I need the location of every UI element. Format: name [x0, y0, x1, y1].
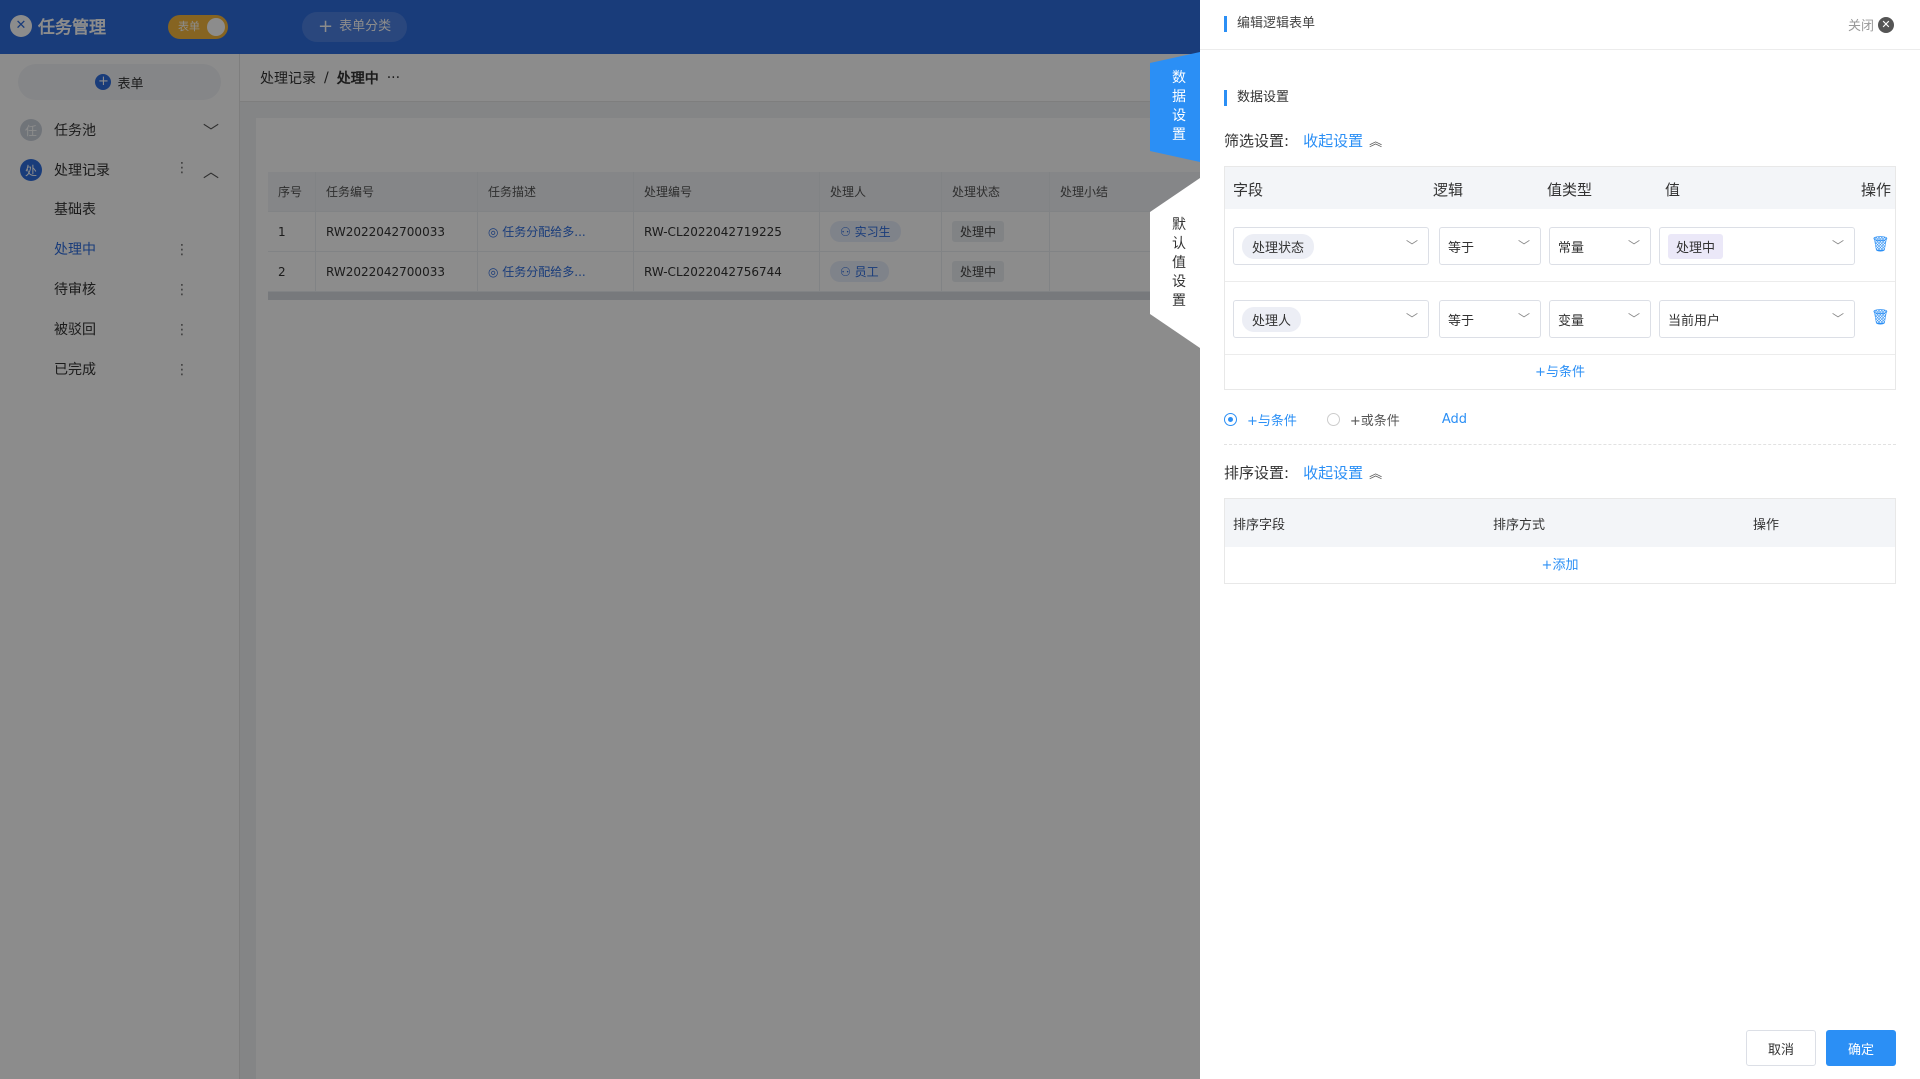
tab-char: 数: [1172, 70, 1186, 86]
header-value-type: 值类型: [1547, 181, 1593, 199]
value-text: 当前用户: [1668, 313, 1721, 329]
radio-or[interactable]: [1326, 413, 1340, 426]
filter-row: 处理人 ﹀ 等于 ﹀ 变量 ﹀ 当前用户 ﹀ 🗑: [1225, 282, 1895, 355]
divider: [1224, 444, 1896, 445]
tab-char: 值: [1172, 254, 1186, 271]
sort-table: 排序字段 排序方式 操作 +添加: [1224, 498, 1896, 584]
close-button[interactable]: 关闭 ✕: [1848, 15, 1894, 34]
header-logic: 逻辑: [1433, 181, 1464, 199]
tab-char: 认: [1172, 235, 1186, 252]
cancel-button[interactable]: 取消: [1746, 1030, 1816, 1066]
edit-drawer: 编辑逻辑表单 关闭 ✕ 数据设置 筛选设置: 收起设置 ︽ 字段 逻辑 值类型 …: [1200, 0, 1920, 1079]
filter-settings-line: 筛选设置: 收起设置 ︽: [1224, 130, 1382, 151]
chevron-down-icon: ﹀: [1517, 239, 1530, 253]
tab-char: 据: [1172, 89, 1186, 105]
sort-collapse-link[interactable]: 收起设置: [1303, 462, 1363, 483]
logic-select[interactable]: 等于 ﹀: [1439, 300, 1541, 338]
chevron-down-icon: ﹀: [1831, 312, 1844, 326]
tab-char: 设: [1172, 273, 1186, 290]
sort-label: 排序设置:: [1224, 464, 1290, 482]
tab-data-settings[interactable]: 数 据 设 置: [1150, 52, 1200, 162]
chevron-down-icon: ﹀: [1627, 312, 1640, 326]
field-chip: 处理状态: [1242, 233, 1315, 259]
chevron-down-icon: ﹀: [1831, 239, 1844, 253]
filter-table-header: 字段 逻辑 值类型 值 操作: [1225, 167, 1895, 209]
header-field: 字段: [1233, 181, 1264, 199]
field-chip: 处理人: [1242, 306, 1302, 332]
section-title: 数据设置: [1224, 90, 1289, 106]
double-chevron-up-icon[interactable]: ︽: [1369, 463, 1382, 482]
filter-table: 字段 逻辑 值类型 值 操作 处理状态 ﹀ 等于 ﹀ 常量 ﹀ 处理中 ﹀ 🗑 处理人 ﹀…: [1224, 166, 1896, 390]
sort-header-field: 排序字段: [1233, 518, 1286, 533]
chevron-down-icon: ﹀: [1517, 312, 1530, 326]
value-select[interactable]: 当前用户 ﹀: [1659, 300, 1855, 338]
value-type-select[interactable]: 常量 ﹀: [1549, 227, 1651, 265]
value-select[interactable]: 处理中 ﹀: [1659, 227, 1855, 265]
double-chevron-up-icon[interactable]: ︽: [1369, 131, 1382, 150]
filter-collapse-link[interactable]: 收起设置: [1303, 130, 1363, 151]
radio-and-label[interactable]: +与条件: [1247, 410, 1297, 429]
tab-char: 置: [1172, 292, 1186, 309]
trash-icon[interactable]: 🗑: [1871, 235, 1890, 253]
sort-header-order: 排序方式: [1493, 518, 1546, 533]
value-type-select[interactable]: 变量 ﹀: [1549, 300, 1651, 338]
radio-or-label[interactable]: +或条件: [1350, 410, 1400, 429]
logic-select[interactable]: 等于 ﹀: [1439, 227, 1541, 265]
modal-overlay[interactable]: [0, 0, 1200, 1079]
sort-header-action: 操作: [1753, 518, 1780, 533]
drawer-title: 编辑逻辑表单: [1224, 16, 1315, 32]
tab-char: 置: [1172, 127, 1186, 143]
logic-value: 等于: [1448, 240, 1475, 256]
add-condition-link[interactable]: Add: [1442, 412, 1467, 427]
field-select[interactable]: 处理状态 ﹀: [1233, 227, 1429, 265]
trash-icon[interactable]: 🗑: [1871, 308, 1890, 326]
logic-value: 等于: [1448, 313, 1475, 329]
value-type-value: 常量: [1558, 240, 1585, 256]
drawer-header: 编辑逻辑表单 关闭 ✕: [1200, 0, 1920, 50]
sort-add-button[interactable]: +添加: [1225, 547, 1895, 585]
confirm-button[interactable]: 确定: [1826, 1030, 1896, 1066]
chevron-down-icon: ﹀: [1405, 312, 1418, 326]
close-label: 关闭: [1847, 19, 1874, 34]
close-icon[interactable]: ✕: [1878, 16, 1894, 33]
chevron-down-icon: ﹀: [1627, 239, 1640, 253]
field-select[interactable]: 处理人 ﹀: [1233, 300, 1429, 338]
header-action: 操作: [1860, 181, 1891, 199]
value-type-value: 变量: [1558, 313, 1585, 329]
header-value: 值: [1665, 181, 1681, 199]
tab-char: 设: [1172, 108, 1186, 124]
add-and-condition-button[interactable]: +与条件: [1225, 355, 1895, 391]
filter-row: 处理状态 ﹀ 等于 ﹀ 常量 ﹀ 处理中 ﹀ 🗑: [1225, 209, 1895, 282]
sort-settings-line: 排序设置: 收起设置 ︽: [1224, 462, 1382, 483]
chevron-down-icon: ﹀: [1405, 239, 1418, 253]
radio-and[interactable]: [1224, 413, 1237, 426]
tab-char: 默: [1172, 216, 1186, 233]
filter-label: 筛选设置:: [1224, 132, 1290, 150]
value-chip: 处理中: [1668, 233, 1724, 259]
sort-table-header: 排序字段 排序方式 操作: [1225, 499, 1895, 547]
condition-radio-group: +与条件 +或条件 Add: [1224, 410, 1467, 429]
